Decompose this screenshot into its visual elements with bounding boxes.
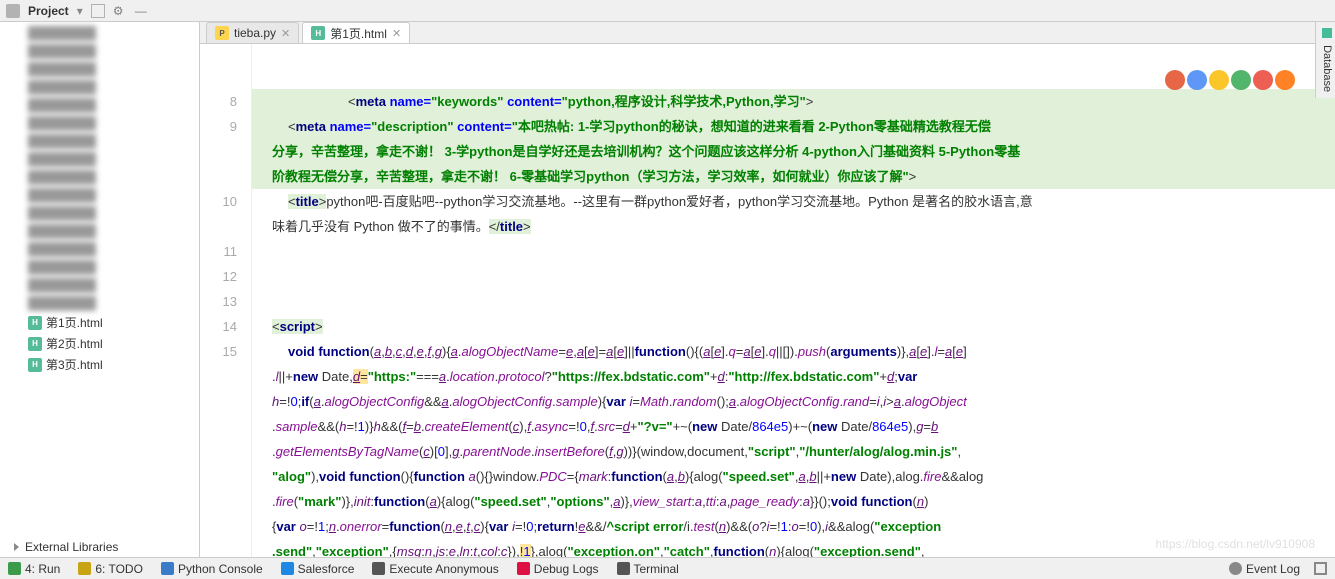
database-icon <box>1322 28 1332 38</box>
status-item-label: Python Console <box>178 562 263 576</box>
event-log-label: Event Log <box>1246 562 1300 576</box>
status-item-label: Execute Anonymous <box>389 562 498 576</box>
editor-tab[interactable]: H 第1页.html ✕ <box>302 22 410 43</box>
code-line[interactable]: <script> <box>252 314 1335 339</box>
status-item-icon <box>281 562 294 575</box>
code-line[interactable]: .getElementsByTagName(c)[0],g.parentNode… <box>252 439 1335 464</box>
gear-icon[interactable]: ⚙ <box>113 4 127 18</box>
code-line[interactable]: .sample&&(h=!1)}h&&(f=b.createElement(c)… <box>252 414 1335 439</box>
status-item[interactable]: Debug Logs <box>517 562 599 576</box>
status-item-icon <box>8 562 21 575</box>
status-item[interactable]: Salesforce <box>281 562 355 576</box>
external-libraries-label: External Libraries <box>25 540 118 554</box>
watermark: https://blog.csdn.net/lv910908 <box>1156 537 1315 551</box>
external-libraries[interactable]: External Libraries <box>0 537 199 557</box>
code-line[interactable]: {var o=!1;n.onerror=function(n,e,t,c){va… <box>252 514 1335 539</box>
status-item-label: Salesforce <box>298 562 355 576</box>
close-icon[interactable]: ✕ <box>281 27 290 40</box>
status-item[interactable]: 4: Run <box>8 562 60 576</box>
browser-icons-overlay <box>1165 70 1295 90</box>
code-line[interactable]: .l||+new Date,d="https:"===a.location.pr… <box>252 364 1335 389</box>
code-line[interactable]: .fire("mark")},init:function(a){alog("sp… <box>252 489 1335 514</box>
html-file-icon: H <box>28 337 42 351</box>
database-tool-tab[interactable]: Database <box>1315 22 1335 98</box>
status-item[interactable]: Execute Anonymous <box>372 562 498 576</box>
status-item-icon <box>161 562 174 575</box>
browser-icon[interactable] <box>1209 70 1229 90</box>
code-panel: 89 10 1112131415 <meta name="keywords" c… <box>200 44 1335 557</box>
status-bar: 4: Run 6: TODO Python Console Salesforce Exe… <box>0 557 1335 579</box>
editor-tabs: Ptieba.py ✕ H 第1页.html ✕ <box>200 22 1335 44</box>
event-log-icon <box>1229 562 1242 575</box>
code-line[interactable]: 味着几乎没有 Python 做不了的事情。</title> <box>252 214 1335 239</box>
event-log[interactable]: Event Log <box>1229 562 1300 576</box>
editor-area: Ptieba.py ✕ H 第1页.html ✕ 89 10 1112131415 <m… <box>200 22 1335 557</box>
code-line[interactable]: h=!0;if(a.alogObjectConfig&&a.alogObject… <box>252 389 1335 414</box>
browser-icon[interactable] <box>1165 70 1185 90</box>
status-item[interactable]: Terminal <box>617 562 679 576</box>
code-line[interactable] <box>252 264 1335 289</box>
status-item-label: Debug Logs <box>534 562 599 576</box>
tree-file-item[interactable]: H 第2页.html <box>0 333 199 354</box>
code-content[interactable]: <meta name="keywords" content="python,程序… <box>252 44 1335 557</box>
triangle-icon <box>14 543 19 551</box>
dropdown-icon[interactable]: ▾ <box>77 4 83 18</box>
html-file-icon: H <box>28 316 42 330</box>
project-label[interactable]: Project <box>28 4 69 18</box>
collapse-icon[interactable] <box>91 4 105 18</box>
browser-icon[interactable] <box>1275 70 1295 90</box>
status-item-icon <box>517 562 530 575</box>
code-line[interactable]: <meta name="keywords" content="python,程序… <box>252 89 1335 114</box>
status-item-icon <box>372 562 385 575</box>
line-gutter: 89 10 1112131415 <box>200 44 252 557</box>
code-line[interactable] <box>252 289 1335 314</box>
browser-icon[interactable] <box>1253 70 1273 90</box>
tab-label: 第1页.html <box>330 25 387 42</box>
status-item-label: 6: TODO <box>95 562 143 576</box>
tab-label: tieba.py <box>234 26 276 40</box>
html-file-icon: H <box>311 26 325 40</box>
code-line[interactable]: <title>python吧-百度贴吧--python学习交流基地。--这里有一… <box>252 189 1335 214</box>
window-toolbar: Project ▾ ⚙ — <box>0 0 1335 22</box>
main-area: ████████████████████████████████████████… <box>0 22 1335 557</box>
editor-tab[interactable]: Ptieba.py ✕ <box>206 22 299 43</box>
code-line[interactable]: "alog"),void function(){function a(){}wi… <box>252 464 1335 489</box>
code-line[interactable]: <meta name="description" content="本吧热帖: … <box>252 114 1335 139</box>
html-file-icon: H <box>28 358 42 372</box>
project-sidebar: ████████████████████████████████████████… <box>0 22 200 557</box>
code-line[interactable]: 阶教程无偿分享，辛苦整理，拿走不谢！ 6-零基础学习python（学习方法，学习… <box>252 164 1335 189</box>
database-label: Database <box>1321 45 1333 92</box>
file-label: 第1页.html <box>46 314 103 331</box>
browser-icon[interactable] <box>1231 70 1251 90</box>
tree-file-item[interactable]: H 第3页.html <box>0 354 199 375</box>
browser-icon[interactable] <box>1187 70 1207 90</box>
project-tree[interactable]: ████████████████████████████████████████… <box>0 22 199 537</box>
status-item[interactable]: 6: TODO <box>78 562 143 576</box>
project-icon <box>6 4 20 18</box>
code-line[interactable]: void function(a,b,c,d,e,f,g){a.alogObjec… <box>252 339 1335 364</box>
status-item-icon <box>617 562 630 575</box>
close-icon[interactable]: ✕ <box>392 27 401 40</box>
tree-file-item[interactable]: H 第1页.html <box>0 312 199 333</box>
file-label: 第2页.html <box>46 335 103 352</box>
status-item-icon <box>78 562 91 575</box>
status-item-label: Terminal <box>634 562 679 576</box>
file-label: 第3页.html <box>46 356 103 373</box>
code-line[interactable]: 分享，辛苦整理，拿走不谢！ 3-学python是自学好还是去培训机构？这个问题应… <box>252 139 1335 164</box>
status-item-label: 4: Run <box>25 562 60 576</box>
code-line[interactable] <box>252 239 1335 264</box>
status-item[interactable]: Python Console <box>161 562 263 576</box>
status-indicator-icon[interactable] <box>1314 562 1327 575</box>
hide-icon[interactable]: — <box>135 4 149 18</box>
python-file-icon: P <box>215 26 229 40</box>
